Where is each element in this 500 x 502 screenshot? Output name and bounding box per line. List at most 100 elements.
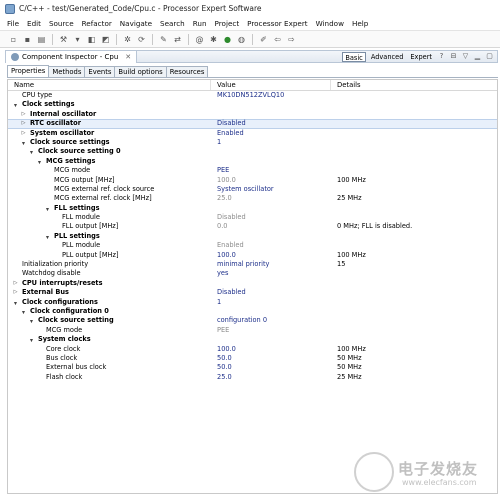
table-row[interactable]: ▲ Clock configurations 1 xyxy=(8,298,497,307)
property-value[interactable]: configuration 0 xyxy=(211,316,331,325)
table-row[interactable]: ▷ External Bus Disabled xyxy=(8,288,497,297)
annotation-icon[interactable]: ✐ xyxy=(258,34,269,45)
collapse-arrow-icon[interactable]: ▲ xyxy=(21,308,27,316)
menu-item-file[interactable]: File xyxy=(7,19,19,28)
collapse-arrow-icon[interactable]: ▲ xyxy=(29,317,35,325)
forward-icon[interactable]: ⇨ xyxy=(286,34,297,45)
tab-events[interactable]: Events xyxy=(84,66,116,77)
collapse-arrow-icon[interactable]: ▲ xyxy=(37,158,43,166)
property-value[interactable]: MK10DN512ZVLQ10 xyxy=(211,91,331,100)
new-project-icon[interactable]: ◧ xyxy=(86,34,97,45)
table-row[interactable]: ▲ Clock source setting configuration 0 xyxy=(8,316,497,325)
view-menu-icon[interactable]: ▽ xyxy=(461,52,470,61)
menu-item-search[interactable]: Search xyxy=(160,19,185,28)
table-row[interactable]: ▷ Internal oscillator xyxy=(8,110,497,119)
save-icon[interactable]: ▪ xyxy=(22,34,33,45)
mode-advanced-button[interactable]: Advanced xyxy=(369,52,406,62)
table-row[interactable]: CPU type MK10DN512ZVLQ10 xyxy=(8,91,497,100)
tab-build-options[interactable]: Build options xyxy=(114,66,167,77)
table-row[interactable]: ▲ Clock source setting 0 xyxy=(8,147,497,156)
mode-basic-button[interactable]: Basic xyxy=(342,51,366,62)
property-value[interactable]: 25.0 xyxy=(211,373,331,382)
external-tools-icon[interactable]: ◍ xyxy=(236,34,247,45)
expand-arrow-icon[interactable]: ▷ xyxy=(12,288,19,297)
table-row[interactable]: ▲ MCG settings xyxy=(8,157,497,166)
property-value[interactable]: 1 xyxy=(211,138,331,147)
tab-methods[interactable]: Methods xyxy=(48,66,86,77)
run-icon[interactable]: ● xyxy=(222,34,233,45)
table-row[interactable]: ▲ Clock configuration 0 xyxy=(8,307,497,316)
new-file-icon[interactable]: ▫ xyxy=(8,34,19,45)
table-row[interactable]: PLL output [MHz] 100.0 100 MHz xyxy=(8,251,497,260)
table-row[interactable]: External bus clock 50.0 50 MHz xyxy=(8,363,497,372)
build-dropdown-icon[interactable]: ▾ xyxy=(72,34,83,45)
back-icon[interactable]: ⇦ xyxy=(272,34,283,45)
table-row[interactable]: ▲ FLL settings xyxy=(8,204,497,213)
property-value[interactable]: 100.0 xyxy=(211,251,331,260)
maximize-icon[interactable]: ▢ xyxy=(485,52,494,61)
table-row[interactable]: ▷ RTC oscillator Disabled xyxy=(8,119,497,129)
collapse-all-icon[interactable]: ⊟ xyxy=(449,52,458,61)
debug-icon[interactable]: ✱ xyxy=(208,34,219,45)
search-icon[interactable]: @ xyxy=(194,34,205,45)
property-value[interactable]: 25.0 xyxy=(211,194,331,203)
property-value[interactable]: 1 xyxy=(211,298,331,307)
expand-arrow-icon[interactable]: ▷ xyxy=(20,129,27,138)
property-value[interactable]: System oscillator xyxy=(211,185,331,194)
minimize-icon[interactable]: ▁ xyxy=(473,52,482,61)
property-value[interactable]: Disabled xyxy=(211,213,331,222)
collapse-arrow-icon[interactable]: ▲ xyxy=(29,148,35,156)
table-row[interactable]: FLL module Disabled xyxy=(8,213,497,222)
edit-icon[interactable]: ✎ xyxy=(158,34,169,45)
table-row[interactable]: MCG external ref. clock source System osc… xyxy=(8,185,497,194)
table-row[interactable]: MCG mode PEE xyxy=(8,326,497,335)
property-value[interactable]: Enabled xyxy=(211,241,331,250)
column-header-name[interactable]: Name xyxy=(8,80,211,90)
table-row[interactable]: ▲ Clock source settings 1 xyxy=(8,138,497,147)
property-value[interactable]: 50.0 xyxy=(211,363,331,372)
table-row[interactable]: PLL module Enabled xyxy=(8,241,497,250)
property-value[interactable]: PEE xyxy=(211,166,331,175)
menu-item-project[interactable]: Project xyxy=(215,19,240,28)
expand-arrow-icon[interactable]: ▷ xyxy=(20,110,27,119)
menu-item-run[interactable]: Run xyxy=(193,19,207,28)
table-row[interactable]: MCG output [MHz] 100.0 100 MHz xyxy=(8,176,497,185)
help-icon[interactable]: ? xyxy=(437,52,446,61)
collapse-arrow-icon[interactable]: ▲ xyxy=(29,336,35,344)
property-value[interactable]: Enabled xyxy=(211,129,331,138)
table-row[interactable]: Initialization priority minimal priority 1… xyxy=(8,260,497,269)
menu-item-refactor[interactable]: Refactor xyxy=(82,19,112,28)
menu-item-source[interactable]: Source xyxy=(49,19,74,28)
navigate-icon[interactable]: ⇄ xyxy=(172,34,183,45)
table-row[interactable]: ▷ CPU interrupts/resets xyxy=(8,279,497,288)
property-value[interactable]: yes xyxy=(211,269,331,278)
menu-item-processor-expert[interactable]: Processor Expert xyxy=(247,19,307,28)
collapse-arrow-icon[interactable]: ▲ xyxy=(45,205,51,213)
table-row[interactable]: ▲ System clocks xyxy=(8,335,497,344)
table-row[interactable]: ▲ Clock settings xyxy=(8,100,497,109)
table-row[interactable]: MCG external ref. clock [MHz] 25.0 25 MHz xyxy=(8,194,497,203)
expand-arrow-icon[interactable]: ▷ xyxy=(12,279,19,288)
property-value[interactable]: 0.0 xyxy=(211,222,331,231)
property-value[interactable]: minimal priority xyxy=(211,260,331,269)
menu-item-edit[interactable]: Edit xyxy=(27,19,41,28)
close-icon[interactable]: ✕ xyxy=(125,53,131,61)
collapse-arrow-icon[interactable]: ▲ xyxy=(45,233,51,241)
expand-arrow-icon[interactable]: ▷ xyxy=(20,119,27,128)
property-value[interactable]: 100.0 xyxy=(211,176,331,185)
table-row[interactable]: FLL output [MHz] 0.0 0 MHz; FLL is disable… xyxy=(8,222,497,231)
settings-icon[interactable]: ✲ xyxy=(122,34,133,45)
table-row[interactable]: Core clock 100.0 100 MHz xyxy=(8,345,497,354)
component-inspector-tab[interactable]: Component Inspector - Cpu ✕ xyxy=(6,50,138,63)
new-class-icon[interactable]: ◩ xyxy=(100,34,111,45)
collapse-arrow-icon[interactable]: ▲ xyxy=(13,299,19,307)
build-icon[interactable]: ⚒ xyxy=(58,34,69,45)
table-row[interactable]: Bus clock 50.0 50 MHz xyxy=(8,354,497,363)
property-value[interactable]: 50.0 xyxy=(211,354,331,363)
menu-item-window[interactable]: Window xyxy=(316,19,344,28)
table-row[interactable]: Flash clock 25.0 25 MHz xyxy=(8,373,497,382)
collapse-arrow-icon[interactable]: ▲ xyxy=(21,139,27,147)
table-row[interactable]: ▷ System oscillator Enabled xyxy=(8,129,497,138)
tab-resources[interactable]: Resources xyxy=(165,66,209,77)
menu-item-navigate[interactable]: Navigate xyxy=(120,19,152,28)
